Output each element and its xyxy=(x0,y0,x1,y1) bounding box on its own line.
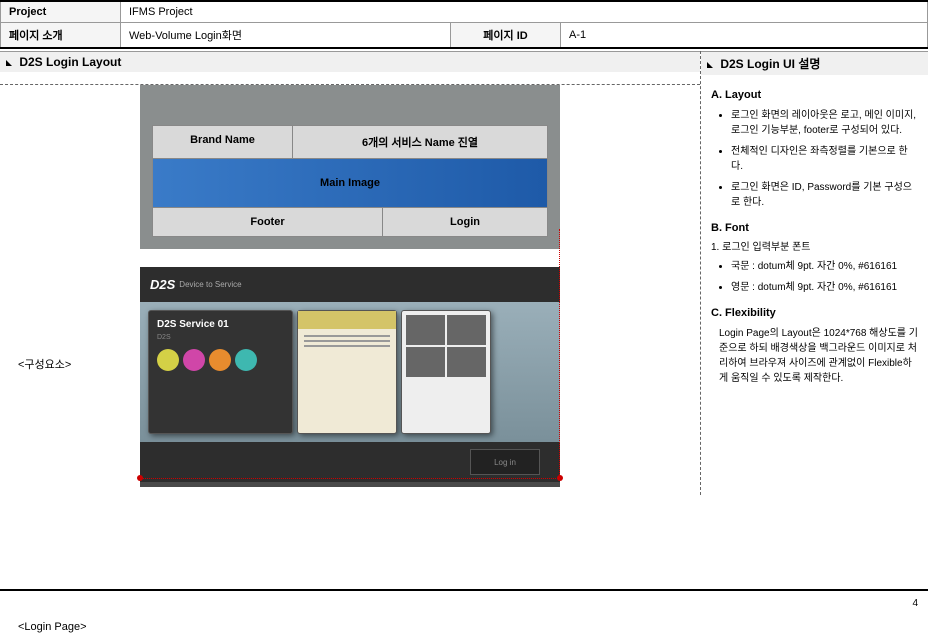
pageintro-label: 페이지 소개 xyxy=(1,23,121,49)
marker-icon xyxy=(6,60,12,66)
card1-sub: D2S xyxy=(157,334,284,341)
circle-icon xyxy=(157,349,179,371)
preview-circles xyxy=(157,349,284,371)
login-page-label: <Login Page> xyxy=(18,621,87,633)
pageid-value: A-1 xyxy=(561,23,928,49)
section-c-head: C. Flexibility xyxy=(711,305,918,322)
list-item: 영문 : dotum체 9pt. 자간 0%, #616161 xyxy=(731,280,918,295)
preview-footer: Log in xyxy=(140,442,560,482)
project-label: Project xyxy=(1,1,121,23)
brand-name-cell: Brand Name xyxy=(153,126,293,158)
grid-cell xyxy=(406,315,445,345)
right-section-title-text: D2S Login UI 설명 xyxy=(720,57,820,71)
grid-cell xyxy=(447,347,486,377)
circle-icon xyxy=(183,349,205,371)
card1-title: D2S Service 01 xyxy=(157,319,284,330)
preview-card-2 xyxy=(297,310,397,434)
list-item: 국문 : dotum체 9pt. 자간 0%, #616161 xyxy=(731,259,918,274)
bottom-border xyxy=(0,589,928,591)
circle-icon xyxy=(209,349,231,371)
left-section-title: D2S Login Layout xyxy=(0,51,700,72)
line-icon xyxy=(304,335,390,337)
login-cell: Login xyxy=(383,208,547,236)
header-table: Project IFMS Project 페이지 소개 Web-Volume L… xyxy=(0,0,928,49)
footer-login-row: Footer Login xyxy=(152,208,548,237)
right-section-title: D2S Login UI 설명 xyxy=(701,51,928,75)
footer-cell: Footer xyxy=(153,208,383,236)
left-section-title-text: D2S Login Layout xyxy=(19,55,121,69)
layout-outer: Brand Name 6개의 서비스 Name 진열 Main Image Fo… xyxy=(140,85,560,249)
section-b-list: 국문 : dotum체 9pt. 자간 0%, #616161 영문 : dot… xyxy=(711,259,918,295)
section-a-list: 로그인 화면의 레이아웃은 로고, 메인 이미지, 로그인 기능부분, foot… xyxy=(711,108,918,210)
preview-logo: D2S xyxy=(150,277,175,292)
preview-login-box: Log in xyxy=(470,449,540,475)
grid-cell xyxy=(406,347,445,377)
circle-icon xyxy=(235,349,257,371)
services-cell: 6개의 서비스 Name 진열 xyxy=(293,126,547,158)
section-a-head: A. Layout xyxy=(711,87,918,104)
layout-diagram: Brand Name 6개의 서비스 Name 진열 Main Image Fo… xyxy=(140,85,560,249)
main-image-cell: Main Image xyxy=(152,159,548,208)
pageintro-value: Web-Volume Login화면 xyxy=(121,23,451,49)
preview-stack xyxy=(495,310,552,434)
left-area: D2S Login Layout Brand Name 6개의 서비스 Name… xyxy=(0,51,700,495)
layout-brand-row: Brand Name 6개의 서비스 Name 진열 xyxy=(152,125,548,159)
preview-body: D2S Service 01 D2S xyxy=(140,302,560,442)
project-value: IFMS Project xyxy=(121,1,928,23)
main-area: D2S Login Layout Brand Name 6개의 서비스 Name… xyxy=(0,51,928,495)
preview-card-1: D2S Service 01 D2S xyxy=(148,310,293,434)
card2-top xyxy=(298,311,396,329)
login-page-preview: D2S Device to Service D2S Service 01 D2S xyxy=(140,267,560,487)
red-guideline-h xyxy=(140,478,560,479)
line-icon xyxy=(304,340,390,342)
red-dot-icon xyxy=(137,475,143,481)
components-label: <구성요소> xyxy=(18,356,71,372)
card2-body xyxy=(298,329,396,356)
list-item: 로그인 화면은 ID, Password를 기본 구성으로 한다. xyxy=(731,180,918,210)
pageid-label: 페이지 ID xyxy=(451,23,561,49)
list-item: 전체적인 디자인은 좌측정렬를 기본으로 한다. xyxy=(731,144,918,174)
preview-logo-sub: Device to Service xyxy=(179,280,241,289)
line-icon xyxy=(304,345,390,347)
preview-card-3 xyxy=(401,310,491,434)
red-guideline-v xyxy=(559,229,560,479)
preview-header: D2S Device to Service xyxy=(140,267,560,302)
right-area: D2S Login UI 설명 A. Layout 로그인 화면의 레이아웃은 … xyxy=(700,51,928,495)
grid-cell xyxy=(447,315,486,345)
list-item: 로그인 화면의 레이아웃은 로고, 메인 이미지, 로그인 기능부분, foot… xyxy=(731,108,918,138)
card3-grid xyxy=(406,315,486,377)
section-b-head: B. Font xyxy=(711,220,918,237)
marker-icon xyxy=(707,62,713,68)
description-content: A. Layout 로그인 화면의 레이아웃은 로고, 메인 이미지, 로그인 … xyxy=(701,75,928,392)
section-c-text: Login Page의 Layout은 1024*768 해상도를 기준으로 하… xyxy=(711,326,918,386)
section-b-intro: 1. 로그인 입력부분 폰트 xyxy=(711,240,918,255)
page-number: 4 xyxy=(912,598,918,609)
red-dot-icon xyxy=(557,475,563,481)
